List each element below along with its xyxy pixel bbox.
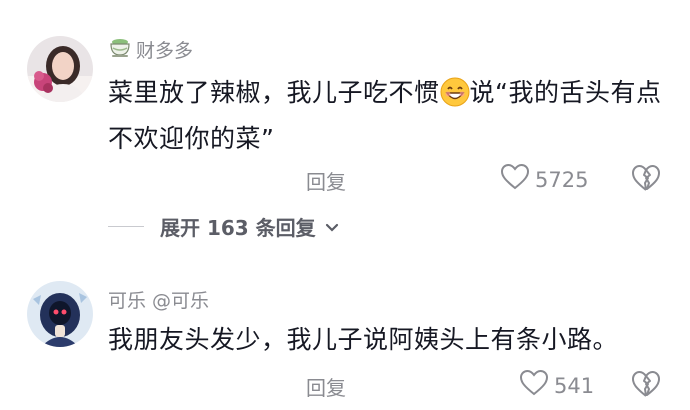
like-count: 541 (554, 373, 595, 398)
comment-item: 财多多 菜里放了辣椒，我儿子吃不惯 说“我的舌头有点不欢迎你的菜” 回复 5725 (0, 0, 690, 200)
heart-icon (519, 369, 549, 401)
reply-button[interactable]: 回复 (306, 372, 346, 401)
grinning-face-emoji-icon (440, 77, 470, 119)
dislike-button[interactable] (631, 370, 661, 402)
comment-text-part1: 菜里放了辣椒，我儿子吃不惯 (108, 78, 440, 107)
heart-icon (500, 163, 530, 195)
username[interactable]: 财多多 (108, 36, 193, 63)
chevron-down-icon (324, 215, 340, 239)
expand-replies-button[interactable]: 展开 163 条回复 (108, 212, 340, 241)
avatar[interactable] (27, 281, 93, 347)
username-label: 财多多 (136, 40, 194, 62)
broken-heart-icon (631, 371, 661, 402)
like-button[interactable]: 5725 (500, 163, 589, 195)
like-count: 5725 (535, 167, 589, 192)
comment-text: 我朋友头发少，我儿子说阿姨头上有条小路。 (108, 325, 619, 354)
dislike-button[interactable] (631, 164, 661, 196)
comment-text: 菜里放了辣椒，我儿子吃不惯 说“我的舌头有点不欢迎你的菜” (108, 73, 668, 159)
reply-button[interactable]: 回复 (306, 166, 346, 195)
username-label: 可乐 @可乐 (108, 290, 210, 312)
divider (108, 226, 144, 227)
tea-cup-icon (108, 36, 132, 63)
expand-replies-label: 展开 163 条回复 (160, 216, 316, 240)
username[interactable]: 可乐 @可乐 (108, 286, 209, 313)
like-button[interactable]: 541 (519, 369, 595, 401)
avatar[interactable] (27, 36, 93, 102)
broken-heart-icon (631, 165, 661, 196)
